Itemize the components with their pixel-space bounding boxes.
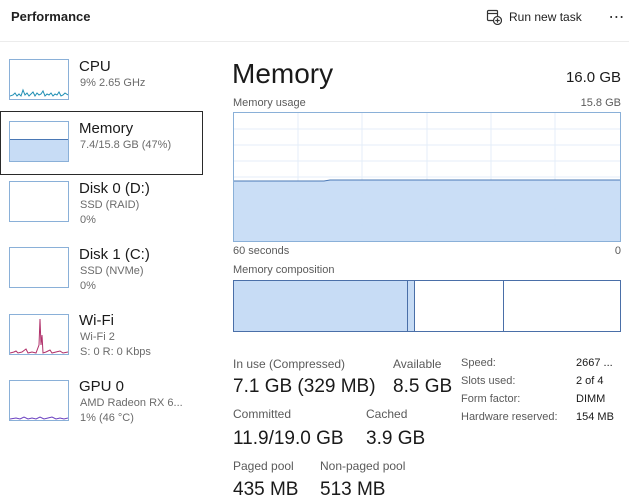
sidebar-item-detail: 7.4/15.8 GB (47%) [80,139,172,151]
sidebar-item-detail: AMD Radeon RX 6... [80,397,183,409]
sidebar-item-detail: SSD (RAID) [80,199,140,211]
sidebar-item-detail: S: 0 R: 0 Kbps [80,346,151,358]
sidebar-item-label: Memory [79,120,134,137]
memory-composition-label: Memory composition [233,264,335,276]
memory-thumbnail-graph [9,121,69,162]
sidebar-item-disk-0[interactable]: Disk 0 (D:) SSD (RAID) 0% [0,176,203,240]
memory-usage-graph [233,112,621,242]
gpu-0-thumbnail-graph [9,380,69,421]
page-title: Performance [11,9,91,24]
graph-axis-right-label: 0 [614,245,621,257]
memory-usage-label: Memory usage [233,97,306,109]
memory-composition-bar [233,280,621,332]
sidebar-item-detail: Wi-Fi 2 [80,331,115,343]
cached-value: 3.9 GB [366,428,426,449]
composition-in-use-segment [234,281,408,331]
speed-value: 2667 ... [576,357,613,369]
run-new-task-button[interactable]: Run new task [480,4,588,30]
form-factor-label: Form factor: [461,393,521,405]
committed-label: Committed [233,407,292,421]
sidebar-item-cpu[interactable]: CPU 9% 2.65 GHz [0,48,203,112]
sidebar-item-label: Disk 0 (D:) [79,180,150,197]
sidebar-item-detail: 9% 2.65 GHz [80,77,146,89]
run-task-icon [486,9,502,25]
wifi-thumbnail-graph [9,314,69,355]
disk-1-thumbnail-graph [9,247,69,288]
paged-pool-label: Paged pool [233,459,294,473]
in-use-label: In use (Compressed) [233,357,346,371]
form-factor-value: DIMM [576,393,606,405]
composition-modified-segment [407,281,416,331]
sidebar-item-memory[interactable]: Memory 7.4/15.8 GB (47%) [0,111,203,175]
sidebar-item-detail: 1% (46 °C) [80,412,134,424]
sidebar-item-wifi[interactable]: Wi-Fi Wi-Fi 2 S: 0 R: 0 Kbps [0,308,203,372]
hardware-reserved-label: Hardware reserved: [461,411,558,423]
non-paged-pool-label: Non-paged pool [320,459,406,473]
sidebar-item-label: Disk 1 (C:) [79,246,150,263]
sidebar-item-label: GPU 0 [79,378,125,395]
header-divider [0,41,629,42]
committed-value: 11.9/19.0 GB [233,428,344,449]
cached-label: Cached [366,407,408,421]
hardware-reserved-value: 154 MB [576,411,614,423]
sidebar-item-disk-1[interactable]: Disk 1 (C:) SSD (NVMe) 0% [0,242,203,306]
slots-used-label: Slots used: [461,375,516,387]
available-value: 8.5 GB [393,376,453,397]
in-use-value: 7.1 GB (329 MB) [233,376,376,397]
sidebar-item-detail: 0% [80,280,96,292]
composition-free-segment [504,281,620,331]
slots-used-value: 2 of 4 [576,375,604,387]
memory-total: 16.0 GB [565,69,621,86]
available-label: Available [393,357,442,371]
sidebar-item-label: CPU [79,58,111,75]
graph-axis-left-label: 60 seconds [233,245,290,257]
sidebar-item-detail: SSD (NVMe) [80,265,144,277]
sidebar-item-label: Wi-Fi [79,312,114,329]
memory-usage-max: 15.8 GB [580,97,621,109]
sidebar-item-gpu-0[interactable]: GPU 0 AMD Radeon RX 6... 1% (46 °C) [0,374,203,438]
disk-0-thumbnail-graph [9,181,69,222]
paged-pool-value: 435 MB [233,479,299,500]
more-options-icon[interactable]: ⋯ [606,4,628,30]
cpu-thumbnail-graph [9,59,69,100]
sidebar-item-detail: 0% [80,214,96,226]
non-paged-pool-value: 513 MB [320,479,386,500]
run-new-task-label: Run new task [509,10,582,24]
composition-standby-segment [415,281,505,331]
speed-label: Speed: [461,357,496,369]
memory-title: Memory [232,58,334,89]
